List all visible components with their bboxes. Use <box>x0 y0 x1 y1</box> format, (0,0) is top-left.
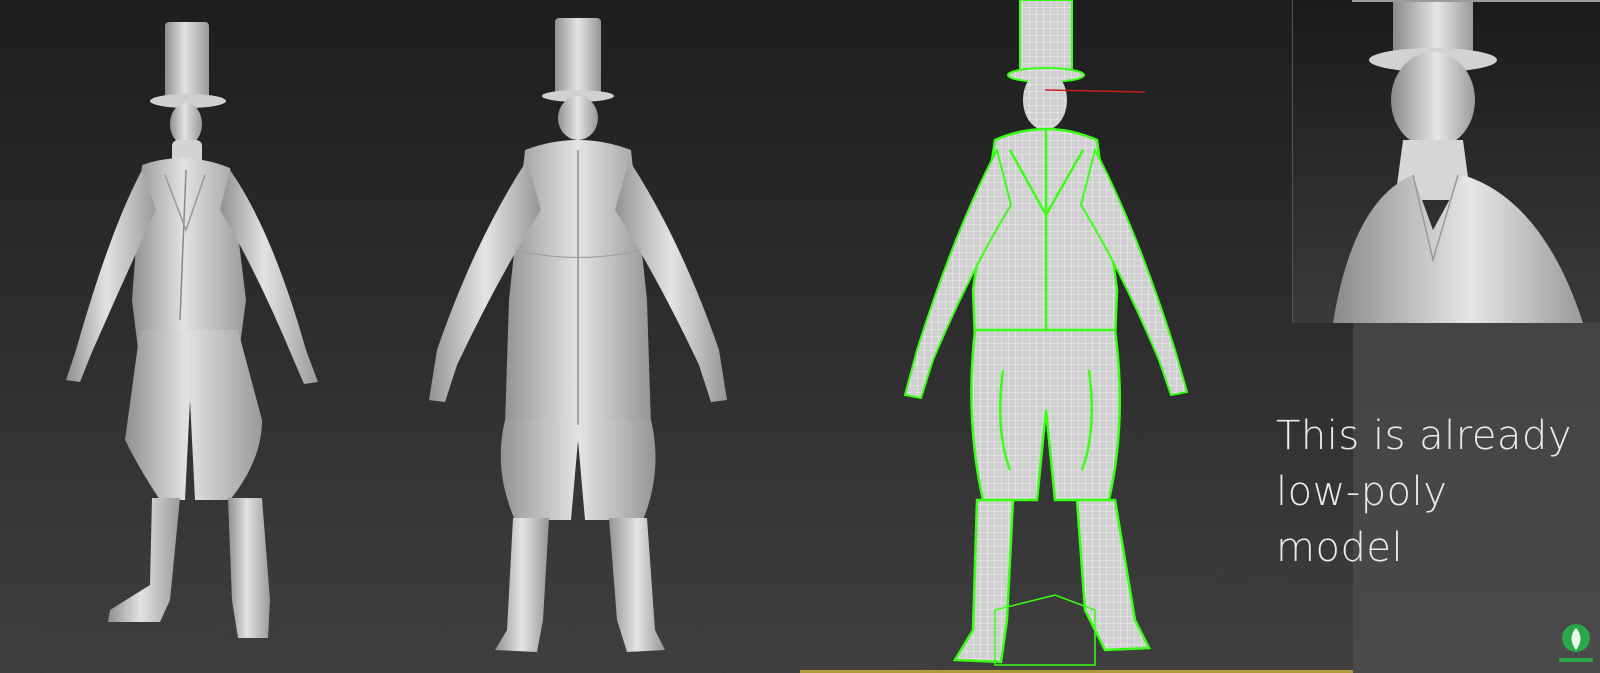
viewport-closeup[interactable] <box>1292 0 1600 323</box>
ground-grid <box>805 574 1353 673</box>
ground-grid <box>0 589 365 673</box>
viewport-wireframe[interactable] <box>805 0 1353 673</box>
model-front <box>0 22 365 673</box>
model-closeup <box>1333 0 1583 323</box>
viewport-back[interactable] <box>365 0 805 673</box>
model-back <box>365 18 805 673</box>
model-wireframe <box>805 0 1353 673</box>
viewport-front[interactable] <box>0 0 365 673</box>
top-strip <box>1352 0 1600 2</box>
caption-text: This is already low-poly model <box>1276 413 1572 571</box>
leaf-logo-icon <box>1555 620 1597 666</box>
ground-grid <box>365 589 805 673</box>
